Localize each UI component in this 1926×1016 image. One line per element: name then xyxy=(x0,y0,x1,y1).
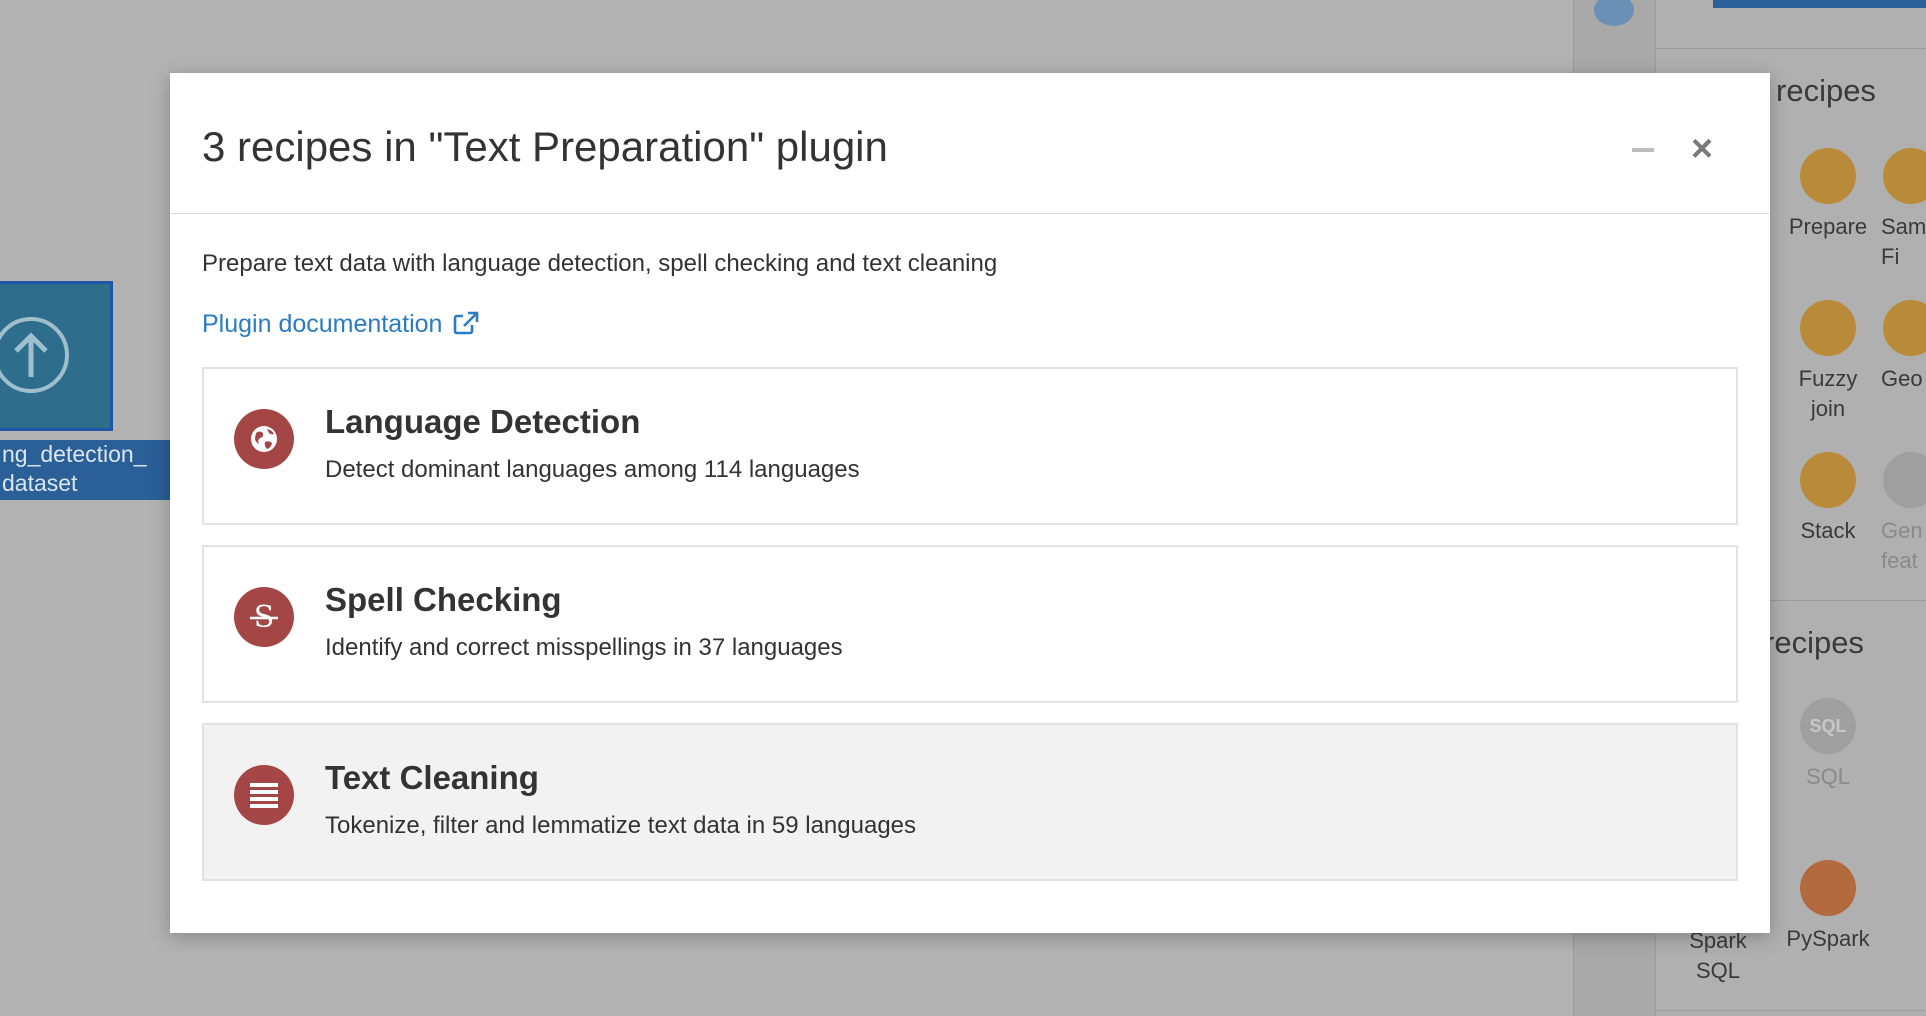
filter-icon xyxy=(1883,148,1926,204)
recipe-label: PySpark xyxy=(1786,926,1870,951)
globe-icon xyxy=(1883,300,1926,356)
minimize-button[interactable] xyxy=(1630,133,1656,165)
plugin-recipes-modal: 3 recipes in "Text Preparation" plugin ×… xyxy=(170,73,1770,933)
recipe-sample-filter[interactable]: Sam Fi xyxy=(1881,148,1926,272)
panel-top-bar xyxy=(1713,0,1926,8)
globe-icon xyxy=(234,409,294,469)
divider xyxy=(1656,1010,1926,1011)
recipe-label: SQL xyxy=(1805,764,1851,789)
minus-icon xyxy=(1632,148,1654,152)
recipe-geo[interactable]: Geo xyxy=(1881,300,1926,394)
recipe-description: Tokenize, filter and lemmatize text data… xyxy=(325,812,917,839)
recipe-stack[interactable]: Stack xyxy=(1773,452,1883,546)
recipe-label: Fuzzy join xyxy=(1798,366,1858,421)
close-icon: × xyxy=(1690,128,1714,170)
stack-icon xyxy=(1800,452,1856,508)
recipe-fuzzy-join[interactable]: Fuzzy join xyxy=(1773,300,1883,424)
align-justify-icon xyxy=(234,765,294,825)
recipe-label: Prepare xyxy=(1788,214,1868,239)
close-button[interactable]: × xyxy=(1684,128,1720,170)
modal-header: 3 recipes in "Text Preparation" plugin × xyxy=(170,73,1770,214)
recipe-title: Text Cleaning xyxy=(325,759,539,796)
recipe-description: Detect dominant languages among 114 lang… xyxy=(325,456,860,483)
code-recipes-title: recipes xyxy=(1764,625,1864,660)
recipe-title: Language Detection xyxy=(325,403,641,440)
dataset-node[interactable] xyxy=(0,281,113,431)
divider xyxy=(1656,48,1926,49)
recipe-generate-features[interactable]: Gen feat xyxy=(1881,452,1926,576)
recipe-description: Identify and correct misspellings in 37 … xyxy=(325,634,843,661)
recipe-card-language-detection[interactable]: Language Detection Detect dominant langu… xyxy=(202,367,1738,525)
broom-icon xyxy=(1800,148,1856,204)
recipe-label: Gen feat xyxy=(1881,518,1923,573)
doc-link-label: Plugin documentation xyxy=(202,310,443,338)
plugin-documentation-link[interactable]: Plugin documentation xyxy=(202,310,479,339)
modal-description: Prepare text data with language detectio… xyxy=(202,250,998,277)
recipe-sql[interactable]: SQL SQL xyxy=(1773,698,1883,792)
recipe-label: Stack xyxy=(1800,518,1856,543)
recipe-card-text-cleaning[interactable]: Text Cleaning Tokenize, filter and lemma… xyxy=(202,723,1738,881)
external-link-icon xyxy=(454,311,479,335)
python-icon xyxy=(1800,860,1856,916)
generate-features-icon xyxy=(1883,452,1926,508)
recipe-label: Sam Fi xyxy=(1881,214,1926,269)
recipe-card-spell-checking[interactable]: S Spell Checking Identify and correct mi… xyxy=(202,545,1738,703)
dataset-label[interactable]: ng_detection_ dataset xyxy=(0,440,170,500)
recipe-label: Geo xyxy=(1881,366,1923,391)
recipe-prepare[interactable]: Prepare xyxy=(1773,148,1883,242)
strikethrough-icon: S xyxy=(234,587,294,647)
recipe-title: Spell Checking xyxy=(325,581,562,618)
recipe-label: Spark SQL xyxy=(1689,928,1747,983)
recipe-spark-sql[interactable]: Spark SQL xyxy=(1663,926,1773,986)
fuzzy-join-icon xyxy=(1800,300,1856,356)
modal-title: 3 recipes in "Text Preparation" plugin xyxy=(202,123,888,170)
sql-icon: SQL xyxy=(1800,698,1856,754)
visual-recipes-title: recipes xyxy=(1776,73,1876,108)
recipe-pyspark[interactable]: PySpark xyxy=(1773,860,1883,954)
upload-icon xyxy=(0,317,69,393)
